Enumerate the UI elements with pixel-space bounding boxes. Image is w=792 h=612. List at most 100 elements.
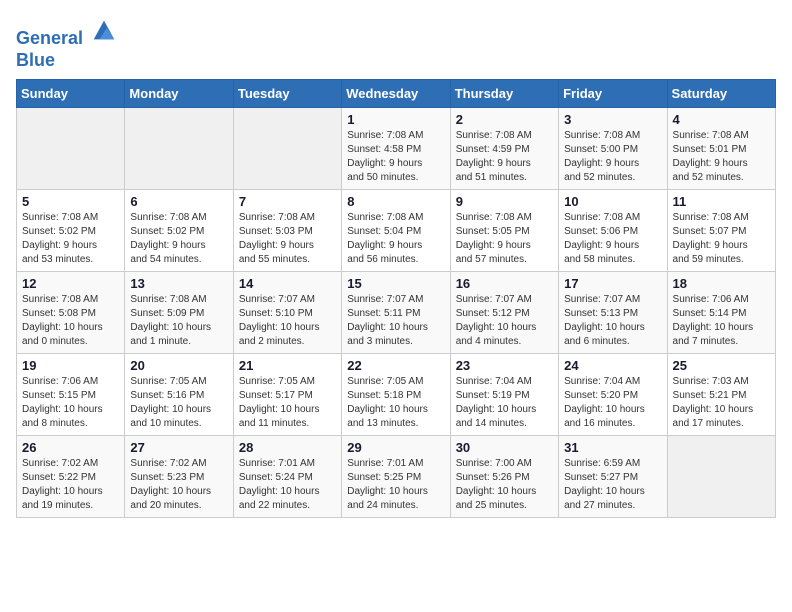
day-info: Sunrise: 7:08 AM Sunset: 4:59 PM Dayligh… (456, 129, 553, 185)
day-number: 19 (22, 358, 119, 373)
calendar-cell: 13Sunrise: 7:08 AM Sunset: 5:09 PM Dayli… (125, 272, 233, 354)
day-number: 20 (130, 358, 227, 373)
day-info: Sunrise: 7:02 AM Sunset: 5:22 PM Dayligh… (22, 457, 119, 513)
day-info: Sunrise: 7:08 AM Sunset: 5:06 PM Dayligh… (564, 211, 661, 267)
day-info: Sunrise: 7:06 AM Sunset: 5:14 PM Dayligh… (673, 293, 770, 349)
calendar-cell (667, 436, 775, 518)
calendar-cell: 31 Sunrise: 6:59 AM Sunset: 5:27 PM Dayli… (559, 436, 667, 518)
day-info: Sunrise: 7:08 AM Sunset: 5:08 PM Dayligh… (22, 293, 119, 349)
day-number: 15 (347, 276, 444, 291)
day-number: 3 (564, 112, 661, 127)
day-info: Sunrise: 7:07 AM Sunset: 5:13 PM Dayligh… (564, 293, 661, 349)
calendar-cell: 22 Sunrise: 7:05 AM Sunset: 5:18 PM Dayli… (342, 354, 450, 436)
day-info: Sunrise: 7:08 AM Sunset: 5:01 PM Dayligh… (673, 129, 770, 185)
day-number: 1 (347, 112, 444, 127)
day-number: 6 (130, 194, 227, 209)
calendar-table: SundayMondayTuesdayWednesdayThursdayFrid… (16, 79, 776, 518)
calendar-cell: 11 Sunrise: 7:08 AM Sunset: 5:07 PM Dayli… (667, 190, 775, 272)
calendar-week-row: 5 Sunrise: 7:08 AM Sunset: 5:02 PM Daylig… (17, 190, 776, 272)
day-number: 11 (673, 194, 770, 209)
page-header: General Blue (16, 16, 776, 71)
day-info: Sunrise: 6:59 AM Sunset: 5:27 PM Dayligh… (564, 457, 661, 513)
day-number: 7 (239, 194, 336, 209)
calendar-cell: 3 Sunrise: 7:08 AM Sunset: 5:00 PM Daylig… (559, 108, 667, 190)
calendar-cell: 17 Sunrise: 7:07 AM Sunset: 5:13 PM Dayli… (559, 272, 667, 354)
calendar-cell: 29 Sunrise: 7:01 AM Sunset: 5:25 PM Dayli… (342, 436, 450, 518)
calendar-cell: 7 Sunrise: 7:08 AM Sunset: 5:03 PM Daylig… (233, 190, 341, 272)
calendar-cell: 21 Sunrise: 7:05 AM Sunset: 5:17 PM Dayli… (233, 354, 341, 436)
day-info: Sunrise: 7:07 AM Sunset: 5:10 PM Dayligh… (239, 293, 336, 349)
day-number: 24 (564, 358, 661, 373)
day-info: Sunrise: 7:05 AM Sunset: 5:17 PM Dayligh… (239, 375, 336, 431)
day-number: 17 (564, 276, 661, 291)
logo-blue-text: Blue (16, 50, 118, 72)
day-number: 25 (673, 358, 770, 373)
day-info: Sunrise: 7:06 AM Sunset: 5:15 PM Dayligh… (22, 375, 119, 431)
weekday-header-wednesday: Wednesday (342, 80, 450, 108)
day-info: Sunrise: 7:08 AM Sunset: 5:09 PM Dayligh… (130, 293, 227, 349)
day-number: 28 (239, 440, 336, 455)
day-info: Sunrise: 7:03 AM Sunset: 5:21 PM Dayligh… (673, 375, 770, 431)
logo: General Blue (16, 16, 118, 71)
weekday-header-row: SundayMondayTuesdayWednesdayThursdayFrid… (17, 80, 776, 108)
calendar-cell: 8Sunrise: 7:08 AM Sunset: 5:04 PM Daylig… (342, 190, 450, 272)
day-number: 31 (564, 440, 661, 455)
calendar-cell (233, 108, 341, 190)
weekday-header-tuesday: Tuesday (233, 80, 341, 108)
calendar-cell: 27Sunrise: 7:02 AM Sunset: 5:23 PM Dayli… (125, 436, 233, 518)
day-number: 23 (456, 358, 553, 373)
calendar-week-row: 19 Sunrise: 7:06 AM Sunset: 5:15 PM Dayli… (17, 354, 776, 436)
day-info: Sunrise: 7:04 AM Sunset: 5:20 PM Dayligh… (564, 375, 661, 431)
day-number: 9 (456, 194, 553, 209)
weekday-header-friday: Friday (559, 80, 667, 108)
calendar-cell: 12 Sunrise: 7:08 AM Sunset: 5:08 PM Dayli… (17, 272, 125, 354)
day-number: 2 (456, 112, 553, 127)
calendar-cell: 10 Sunrise: 7:08 AM Sunset: 5:06 PM Dayli… (559, 190, 667, 272)
day-number: 22 (347, 358, 444, 373)
calendar-cell: 19 Sunrise: 7:06 AM Sunset: 5:15 PM Dayli… (17, 354, 125, 436)
day-number: 8 (347, 194, 444, 209)
calendar-cell: 15 Sunrise: 7:07 AM Sunset: 5:11 PM Dayli… (342, 272, 450, 354)
day-number: 10 (564, 194, 661, 209)
logo-icon (90, 16, 118, 44)
day-info: Sunrise: 7:01 AM Sunset: 5:25 PM Dayligh… (347, 457, 444, 513)
day-info: Sunrise: 7:05 AM Sunset: 5:18 PM Dayligh… (347, 375, 444, 431)
calendar-cell: 26Sunrise: 7:02 AM Sunset: 5:22 PM Dayli… (17, 436, 125, 518)
calendar-cell: 1 Sunrise: 7:08 AM Sunset: 4:58 PM Daylig… (342, 108, 450, 190)
day-info: Sunrise: 7:08 AM Sunset: 4:58 PM Dayligh… (347, 129, 444, 185)
weekday-header-thursday: Thursday (450, 80, 558, 108)
logo-text: General (16, 16, 118, 50)
day-info: Sunrise: 7:05 AM Sunset: 5:16 PM Dayligh… (130, 375, 227, 431)
day-info: Sunrise: 7:00 AM Sunset: 5:26 PM Dayligh… (456, 457, 553, 513)
day-number: 30 (456, 440, 553, 455)
day-number: 4 (673, 112, 770, 127)
day-number: 18 (673, 276, 770, 291)
day-number: 21 (239, 358, 336, 373)
calendar-cell: 30 Sunrise: 7:00 AM Sunset: 5:26 PM Dayli… (450, 436, 558, 518)
calendar-cell: 2 Sunrise: 7:08 AM Sunset: 4:59 PM Daylig… (450, 108, 558, 190)
calendar-week-row: 26Sunrise: 7:02 AM Sunset: 5:22 PM Dayli… (17, 436, 776, 518)
day-info: Sunrise: 7:08 AM Sunset: 5:00 PM Dayligh… (564, 129, 661, 185)
day-info: Sunrise: 7:02 AM Sunset: 5:23 PM Dayligh… (130, 457, 227, 513)
day-info: Sunrise: 7:08 AM Sunset: 5:03 PM Dayligh… (239, 211, 336, 267)
day-number: 12 (22, 276, 119, 291)
day-info: Sunrise: 7:07 AM Sunset: 5:11 PM Dayligh… (347, 293, 444, 349)
calendar-cell: 23Sunrise: 7:04 AM Sunset: 5:19 PM Dayli… (450, 354, 558, 436)
day-number: 5 (22, 194, 119, 209)
day-number: 29 (347, 440, 444, 455)
calendar-cell (17, 108, 125, 190)
calendar-cell (125, 108, 233, 190)
calendar-cell: 24 Sunrise: 7:04 AM Sunset: 5:20 PM Dayli… (559, 354, 667, 436)
calendar-cell: 18 Sunrise: 7:06 AM Sunset: 5:14 PM Dayli… (667, 272, 775, 354)
calendar-week-row: 12 Sunrise: 7:08 AM Sunset: 5:08 PM Dayli… (17, 272, 776, 354)
calendar-cell: 14Sunrise: 7:07 AM Sunset: 5:10 PM Dayli… (233, 272, 341, 354)
day-info: Sunrise: 7:07 AM Sunset: 5:12 PM Dayligh… (456, 293, 553, 349)
weekday-header-saturday: Saturday (667, 80, 775, 108)
day-info: Sunrise: 7:08 AM Sunset: 5:07 PM Dayligh… (673, 211, 770, 267)
calendar-cell: 9 Sunrise: 7:08 AM Sunset: 5:05 PM Daylig… (450, 190, 558, 272)
calendar-cell: 28Sunrise: 7:01 AM Sunset: 5:24 PM Dayli… (233, 436, 341, 518)
calendar-cell: 25 Sunrise: 7:03 AM Sunset: 5:21 PM Dayli… (667, 354, 775, 436)
day-info: Sunrise: 7:08 AM Sunset: 5:05 PM Dayligh… (456, 211, 553, 267)
day-info: Sunrise: 7:08 AM Sunset: 5:02 PM Dayligh… (130, 211, 227, 267)
calendar-cell: 5Sunrise: 7:08 AM Sunset: 5:02 PM Daylig… (17, 190, 125, 272)
